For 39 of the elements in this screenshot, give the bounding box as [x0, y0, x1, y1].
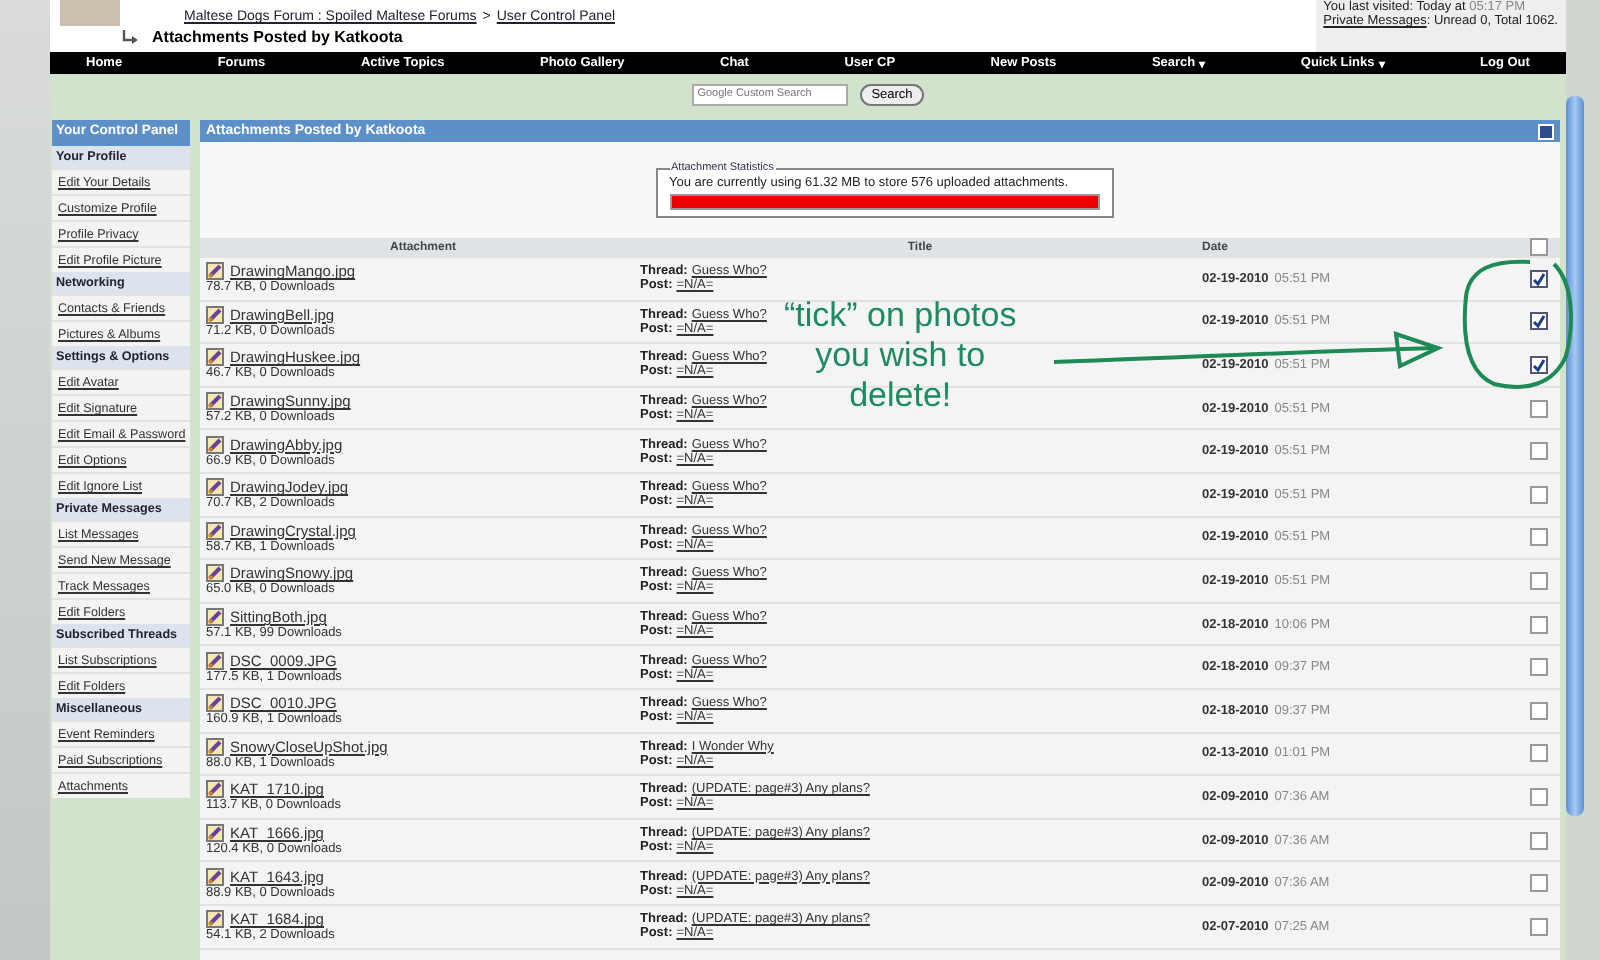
checkbox[interactable] — [1529, 658, 1547, 677]
image-file-icon — [206, 478, 224, 497]
logo-photo-placeholder — [60, 0, 120, 26]
image-file-icon — [206, 435, 224, 454]
checkbox[interactable] — [1529, 442, 1547, 461]
page-title: Attachments Posted by Katkoota — [152, 28, 403, 46]
image-file-icon — [206, 608, 224, 627]
image-file-icon — [206, 262, 224, 281]
checkbox[interactable] — [1529, 571, 1547, 590]
checkbox[interactable] — [1529, 744, 1547, 763]
checkbox[interactable] — [1529, 615, 1547, 634]
checkbox[interactable] — [1529, 874, 1547, 893]
image-file-icon — [206, 521, 224, 540]
checkbox[interactable] — [1529, 917, 1547, 936]
checkbox[interactable] — [1529, 528, 1547, 547]
checkbox[interactable] — [1529, 831, 1547, 850]
image-file-icon — [206, 867, 224, 886]
checkbox[interactable] — [1529, 269, 1547, 288]
checkbox[interactable] — [1529, 701, 1547, 720]
checkbox[interactable] — [1529, 787, 1547, 806]
collapse-icon[interactable] — [1538, 123, 1554, 139]
image-file-icon — [206, 824, 224, 843]
checkbox[interactable] — [1529, 238, 1547, 256]
image-file-icon — [206, 348, 224, 367]
checkbox[interactable] — [1529, 312, 1547, 331]
scrollbar[interactable] — [1566, 96, 1584, 816]
checkbox[interactable] — [1529, 355, 1547, 374]
image-file-icon — [206, 564, 224, 583]
image-file-icon — [206, 737, 224, 756]
image-file-icon — [206, 651, 224, 670]
checkbox[interactable] — [1529, 399, 1547, 418]
checkbox[interactable] — [1529, 485, 1547, 504]
image-file-icon — [206, 780, 224, 799]
return-arrow-icon — [120, 29, 140, 45]
image-file-icon — [206, 305, 224, 324]
handwritten-note: “tick” on photos you wish to delete! — [784, 296, 1017, 416]
image-file-icon — [206, 392, 224, 411]
image-file-icon — [206, 910, 224, 929]
image-file-icon — [206, 694, 224, 713]
